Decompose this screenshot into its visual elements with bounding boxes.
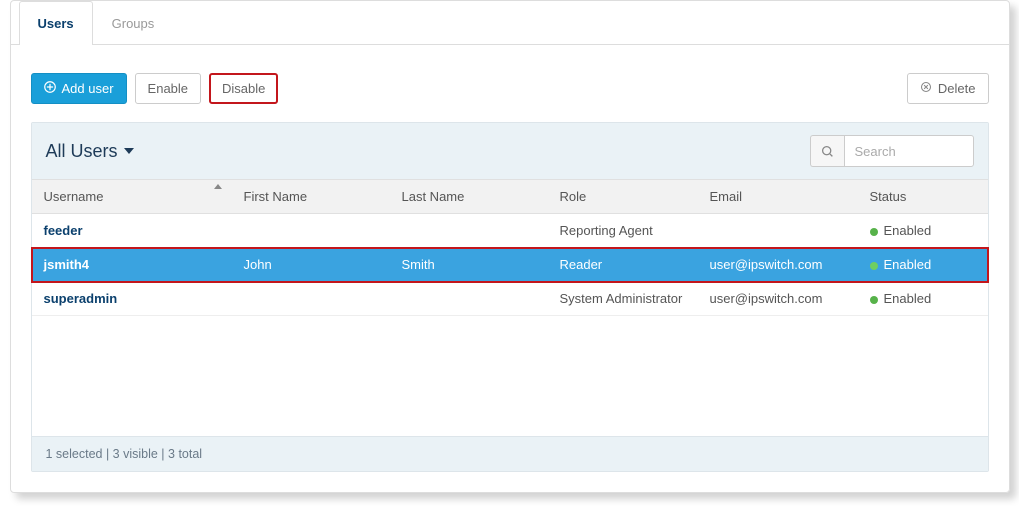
cell-firstname — [232, 214, 390, 248]
cell-lastname — [390, 214, 548, 248]
username-link[interactable]: jsmith4 — [44, 257, 90, 272]
app-shell: Users Groups Add user Enable Disable Del… — [10, 0, 1010, 493]
cell-lastname — [390, 282, 548, 316]
search-input[interactable] — [844, 135, 974, 167]
panel-title-dropdown[interactable]: All Users — [46, 141, 134, 162]
panel-header: All Users — [32, 123, 988, 179]
status-dot-icon — [870, 296, 878, 304]
add-user-button[interactable]: Add user — [31, 73, 127, 104]
cell-role: System Administrator — [548, 282, 698, 316]
col-username[interactable]: Username — [32, 180, 232, 214]
cell-status: Enabled — [858, 282, 988, 316]
x-circle-icon — [920, 81, 932, 96]
disable-button[interactable]: Disable — [209, 73, 278, 104]
table-row[interactable]: feeder Reporting Agent Enabled — [32, 214, 988, 248]
cell-email: user@ipswitch.com — [698, 248, 858, 282]
username-link[interactable]: feeder — [44, 223, 83, 238]
plus-circle-icon — [44, 81, 56, 96]
panel-title-text: All Users — [46, 141, 118, 162]
caret-down-icon — [124, 148, 134, 154]
tab-users[interactable]: Users — [19, 1, 93, 45]
panel-footer: 1 selected | 3 visible | 3 total — [32, 436, 988, 471]
delete-button[interactable]: Delete — [907, 73, 989, 104]
col-role[interactable]: Role — [548, 180, 698, 214]
delete-label: Delete — [938, 81, 976, 96]
search-icon[interactable] — [810, 135, 844, 167]
cell-lastname: Smith — [390, 248, 548, 282]
table-body: feederReporting AgentEnabledjsmith4JohnS… — [32, 214, 988, 316]
enable-button[interactable]: Enable — [135, 73, 201, 104]
col-username-label: Username — [44, 189, 104, 204]
col-lastname[interactable]: Last Name — [390, 180, 548, 214]
users-panel: All Users Username — [31, 122, 989, 472]
table-row[interactable]: superadmin System Administratoruser@ipswi… — [32, 282, 988, 316]
cell-status: Enabled — [858, 248, 988, 282]
status-dot-icon — [870, 228, 878, 236]
toolbar: Add user Enable Disable Delete — [31, 73, 989, 104]
col-status[interactable]: Status — [858, 180, 988, 214]
add-user-label: Add user — [62, 81, 114, 96]
status-dot-icon — [870, 262, 878, 270]
cell-status: Enabled — [858, 214, 988, 248]
username-link[interactable]: superadmin — [44, 291, 118, 306]
cell-firstname — [232, 282, 390, 316]
col-email[interactable]: Email — [698, 180, 858, 214]
cell-email — [698, 214, 858, 248]
tab-groups[interactable]: Groups — [93, 1, 174, 45]
cell-role: Reporting Agent — [548, 214, 698, 248]
cell-role: Reader — [548, 248, 698, 282]
cell-firstname: John — [232, 248, 390, 282]
tab-content: Add user Enable Disable Delete All Users — [11, 45, 1009, 492]
table-row[interactable]: jsmith4 JohnSmithReaderuser@ipswitch.comE… — [32, 248, 988, 282]
col-firstname[interactable]: First Name — [232, 180, 390, 214]
users-table: Username First Name Last Name Role Email… — [32, 179, 988, 316]
sort-asc-icon — [214, 184, 222, 189]
table-header: Username First Name Last Name Role Email… — [32, 180, 988, 214]
tab-bar: Users Groups — [11, 1, 1009, 45]
search-group — [810, 135, 974, 167]
cell-email: user@ipswitch.com — [698, 282, 858, 316]
